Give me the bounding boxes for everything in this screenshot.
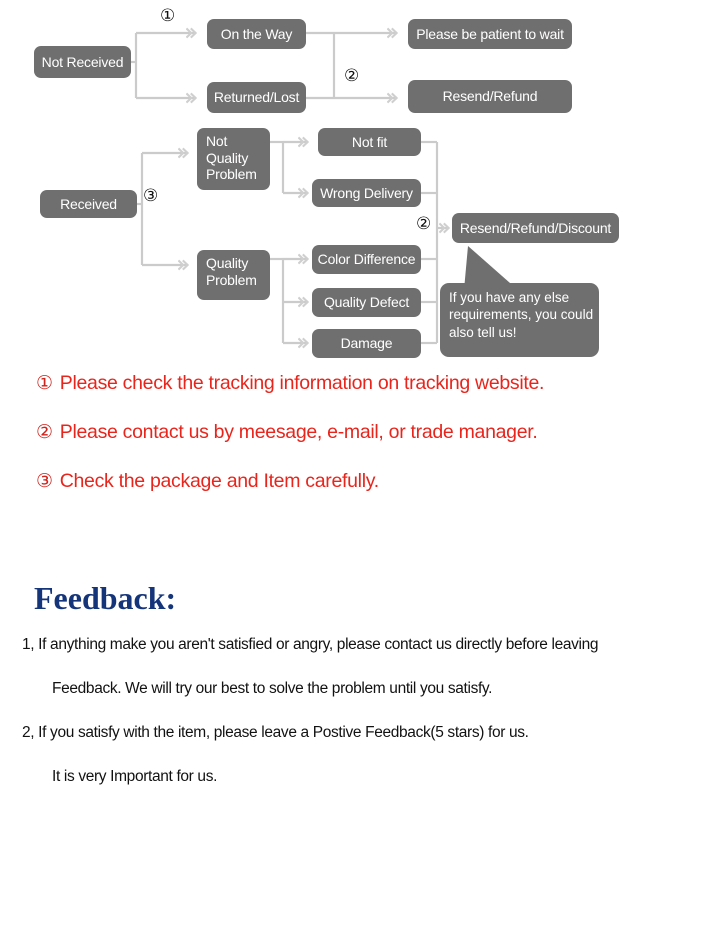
node-on-the-way[interactable]: On the Way — [207, 19, 306, 49]
callout-line1: If you have any else — [449, 290, 570, 305]
marker-two-right: ② — [416, 214, 432, 234]
node-quality-problem-line2: Problem — [206, 271, 257, 288]
note-item-1: ① Please check the tracking information … — [0, 372, 710, 395]
note-1-number: ① — [36, 372, 53, 394]
callout-line3: also tell us! — [449, 324, 517, 340]
node-color-difference[interactable]: Color Difference — [312, 245, 421, 274]
feedback-heading: Feedback: — [34, 580, 177, 616]
callout-extra-requirements: If you have any else requirements, you c… — [440, 283, 599, 357]
marker-two-top: ② — [344, 66, 360, 86]
node-received[interactable]: Received — [40, 190, 137, 218]
callout-line2: requirements, you could — [449, 307, 594, 323]
node-not-quality-problem-line2: Quality — [206, 149, 249, 166]
note-3-text: Check the package and Item carefully. — [59, 470, 379, 492]
node-not-quality-problem-line1: Not — [206, 133, 228, 149]
feedback-section: Feedback: 1, If anything make you aren't… — [0, 580, 710, 799]
node-not-quality-problem[interactable]: Not Quality Problem — [197, 128, 270, 190]
feedback-line-3: 2, If you satisfy with the item, please … — [22, 724, 529, 741]
node-not-quality-problem-line3: Problem — [206, 166, 257, 183]
node-please-be-patient[interactable]: Please be patient to wait — [408, 19, 572, 49]
note-3-number: ③ — [36, 470, 53, 492]
node-returned-lost[interactable]: Returned/Lost — [207, 82, 306, 113]
feedback-line-4: It is very Important for us. — [52, 768, 218, 785]
node-quality-defect[interactable]: Quality Defect — [312, 288, 421, 317]
note-2-text: Please contact us by meesage, e-mail, or… — [59, 421, 538, 443]
node-damage[interactable]: Damage — [312, 329, 421, 358]
note-1-text: Please check the tracking information on… — [59, 372, 545, 394]
node-resend-refund[interactable]: Resend/Refund — [408, 80, 572, 113]
feedback-line-1: 1, If anything make you aren't satisfied… — [22, 636, 599, 653]
node-wrong-delivery[interactable]: Wrong Delivery — [312, 179, 421, 207]
order-issue-flowchart: Not Received On the Way Returned/Lost Pl… — [0, 0, 710, 370]
node-not-received[interactable]: Not Received — [34, 46, 131, 78]
feedback-line-2: Feedback. We will try our best to solve … — [52, 680, 493, 697]
note-2-number: ② — [36, 421, 53, 443]
node-not-fit[interactable]: Not fit — [318, 128, 421, 156]
note-item-3: ③ Check the package and Item carefully. — [0, 470, 710, 493]
node-quality-problem-line1: Quality — [206, 255, 249, 271]
note-item-2: ② Please contact us by meesage, e-mail, … — [0, 421, 710, 444]
node-quality-problem[interactable]: Quality Problem — [197, 250, 270, 300]
instruction-notes-list: ① Please check the tracking information … — [0, 372, 710, 519]
marker-three-left: ③ — [143, 186, 159, 206]
marker-one-top: ① — [160, 6, 176, 26]
